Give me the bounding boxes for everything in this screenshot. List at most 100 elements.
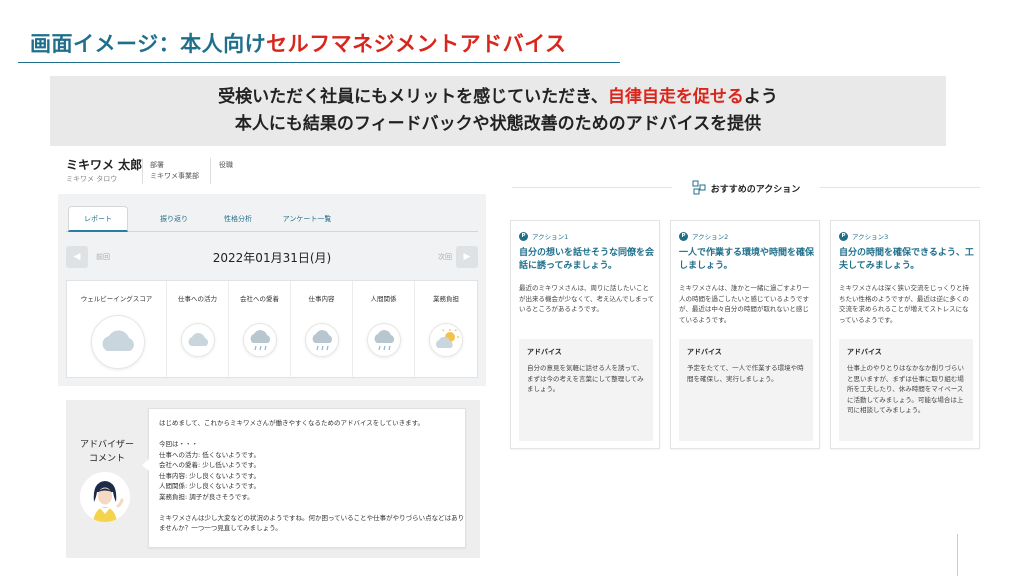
score-cell-attachment: 会社への愛着 [229,281,291,379]
slide-title-highlight: セルフマネジメントアドバイス [266,32,567,56]
comment-line: はじめまして、これからミキワメさんが働きやすくなるためのアドバイスをしていきます… [159,419,424,427]
comment-line: ませんか？一つ一つ見直してみましょう。 [159,524,282,532]
divider [142,158,143,184]
action-title: 一人で作業する環境や時間を確保しましょう。 [679,248,815,271]
action-body: ミキワメさんは、誰かと一緒に過ごすより一人の時間を過ごしたいと感じているようです… [679,284,809,324]
weather-circle [367,323,401,357]
cloud-icon [188,333,209,346]
action-card: P アクション3 自分の時間を確保できるよう、工夫してみましょう。 ミキワメさんは… [830,220,980,449]
summary-banner: 受検いただく社員にもメリットを感じていただき、自律自走を促せるよう 本人にも結果… [50,76,946,146]
weather-circle [243,323,277,357]
score-cell-wellbeing: ウェルビーイングスコア [67,281,167,379]
action-tag-text: アクション2 [692,233,729,241]
actions-heading: おすすめのアクション [672,178,820,198]
score-grid: ウェルビーイングスコア 仕事への活力 会社への愛着 仕事内容 人間関係 業務負担 [66,280,478,379]
action-card: P アクション2 一人で作業する環境や時間を確保しましょう。 ミキワメさんは、誰か… [670,220,820,449]
score-label: 業務負担 [433,295,459,303]
tab-survey-list[interactable]: アンケート一覧 [274,206,340,232]
advisor-label-line: コメント [88,454,125,464]
banner-text: 受検いただく社員にもメリットを感じていただき、 [218,87,608,107]
score-cell-vitality: 仕事への活力 [167,281,229,379]
pin-icon: P [679,231,688,241]
pin-icon: P [519,231,528,241]
dept-value: ミキワメ事業部 [150,172,199,180]
advisor-illustration [80,472,130,522]
action-body: ミキワメさんは深く狭い交流をじっくりと持ちたい性格のようですが、最近は逆に多くの… [839,284,969,324]
comment-line: 業務負担: 調子が良さそうです。 [159,492,254,501]
slide-title: 画面イメージ：本人向けセルフマネジメントアドバイス [30,28,566,58]
comment-line: 仕事への活力: 低くないようです。 [159,450,260,459]
advice-text: 仕事上のやりとりはなかなか削りづらいと思いますが、まずは仕事に取り組む場所を工夫… [847,364,964,414]
profile-header: ミキワメ 太郎 ミキワメ タロウ 部署 ミキワメ事業部 役職 [66,156,486,188]
action-tag: P アクション1 [519,231,568,241]
rain-icon [250,330,271,351]
pin-icon: P [839,231,848,241]
role-label: 役職 [219,161,233,169]
action-card: P アクション1 自分の想いを話せそうな同僚を会話に誘ってみましょう。 最近のミキ… [510,220,660,449]
dept-label: 部署 [150,161,164,169]
rain-icon [374,330,395,351]
advice-label: アドバイス [687,348,722,356]
actions-heading-text: おすすめのアクション [710,184,801,195]
score-cell-relationships: 人間関係 [353,281,415,379]
weather-circle [181,323,215,357]
slide-title-prefix: 画面イメージ：本人向け [30,32,267,56]
banner-highlight: 自律自走を促せる [607,87,744,107]
action-body: 最近のミキワメさんは、周りに話したいことが出来る機会が少なくて、考え込んでしまっ… [519,284,655,313]
chevron-right-icon: ▶ [463,252,471,262]
action-advice: アドバイス 自分の意見を気軽に話せる人を誘って、まずは今の考えを言葉にして整理し… [519,339,653,441]
advisor-label: アドバイザー コメント [74,438,140,466]
title-underline [18,62,620,63]
report-date: 2022年01月31日(月) [212,251,332,265]
rain-icon [312,330,333,351]
advice-text: 自分の意見を気軽に話せる人を誘って、まずは今の考えを言葉にして整理してみましょう… [527,364,644,393]
score-cell-workload: 業務負担 [415,281,477,379]
cloud-icon [102,330,134,351]
comment-line: 仕事内容: 少し良くないようです。 [159,471,260,480]
weather-circle [91,315,145,369]
weather-circle [305,323,339,357]
divider [210,158,211,184]
action-title: 自分の想いを話せそうな同僚を会話に誘ってみましょう。 [519,248,655,271]
weather-circle [429,323,463,357]
advisor-comment-panel: アドバイザー コメント はじめまして、これからミキワメさんが働きやすくなるための… [66,400,480,558]
tab-review[interactable]: 振り返り [146,206,202,232]
comment-line: 今回は・・・ [159,440,198,448]
advice-label: アドバイス [847,348,882,356]
score-label: 人間関係 [370,295,397,303]
puzzle-icon [692,180,706,195]
divider [957,534,958,576]
advice-label: アドバイス [527,348,562,356]
action-tag: P アクション2 [679,231,728,241]
date-navigator: ◀ 前回 2022年01月31日(月) 次回 ▶ [66,244,478,270]
advice-text: 予定をたてて、一人で作業する環境や時間を確保し、実行しましょう。 [687,364,804,383]
tab-personality[interactable]: 性格分析 [210,206,266,232]
comment-line [159,429,455,440]
comment-line [159,502,455,513]
user-name-kana: ミキワメ タロウ [66,175,118,183]
advisor-label-line: アドバイザー [79,440,134,450]
advisor-avatar [80,472,130,522]
banner-text-end: よう [743,87,778,107]
score-label: ウェルビーイングスコア [80,295,153,303]
action-tag-text: アクション1 [532,233,569,241]
action-advice: アドバイス 仕事上のやりとりはなかなか削りづらいと思いますが、まずは仕事に取り組… [839,339,973,441]
action-tag-text: アクション3 [852,233,889,241]
next-button[interactable]: ▶ [456,246,478,268]
banner-line-2: 本人にも結果のフィードバックや状態改善のためのアドバイスを提供 [234,114,762,134]
tab-bar: レポート 振り返り 性格分析 アンケート一覧 [66,202,478,232]
action-tag: P アクション3 [839,231,888,241]
report-panel: レポート 振り返り 性格分析 アンケート一覧 ◀ 前回 2022年01月31日(… [58,194,486,386]
advisor-comment-bubble: はじめまして、これからミキワメさんが働きやすくなるためのアドバイスをしていきます… [142,408,466,548]
sun-cloud-icon [435,329,459,348]
comment-line: 人間関係: 少し良くないようです。 [159,482,260,490]
comment-line: 会社への愛着: 少し低いようです。 [159,461,260,469]
next-label: 次回 [438,253,452,261]
score-label: 仕事への活力 [178,295,217,303]
score-label: 仕事内容 [308,295,335,303]
banner-line-1: 受検いただく社員にもメリットを感じていただき、自律自走を促せるよう [50,84,946,111]
action-advice: アドバイス 予定をたてて、一人で作業する環境や時間を確保し、実行しましょう。 [679,339,813,441]
score-cell-job: 仕事内容 [291,281,353,379]
comment-line: ミキワメさんは少し大変などの状況のようですね。何か困っていることや仕事がやりづら… [159,513,465,522]
tab-report[interactable]: レポート [68,206,128,232]
